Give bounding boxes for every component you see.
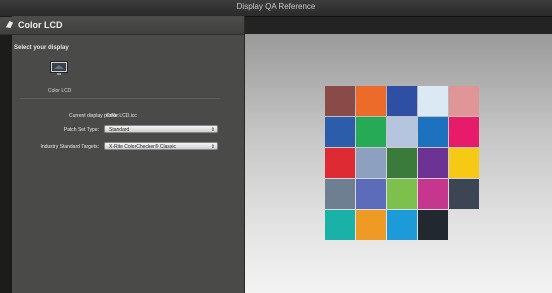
color-patch xyxy=(418,148,448,178)
app-window: Display QA Reference Color LCD Select yo… xyxy=(0,0,552,293)
color-patch xyxy=(325,210,355,240)
divider xyxy=(20,98,220,99)
patch-set-label: Patch Set Type: xyxy=(63,127,99,133)
select-display-label: Select your display xyxy=(14,45,69,51)
color-patch xyxy=(356,210,386,240)
window-title: Display QA Reference xyxy=(236,2,316,11)
current-profile-value: Color LCD.icc xyxy=(106,113,137,119)
display-device-icon xyxy=(5,20,14,29)
color-patch xyxy=(387,117,417,147)
industry-targets-select[interactable]: X-Rite ColorChecker® Classic ⇕ xyxy=(104,142,218,150)
color-patch xyxy=(418,86,448,116)
current-profile-label: Current display profile: xyxy=(68,113,119,119)
color-patch xyxy=(325,86,355,116)
color-patch xyxy=(387,86,417,116)
display-header: Color LCD xyxy=(0,17,244,35)
color-patch xyxy=(387,210,417,240)
color-patch xyxy=(449,117,479,147)
chevron-updown-icon: ⇕ xyxy=(210,127,215,133)
color-patch xyxy=(356,86,386,116)
color-patch xyxy=(356,148,386,178)
industry-targets-value: X-Rite ColorChecker® Classic xyxy=(109,144,177,150)
color-patch xyxy=(356,117,386,147)
color-patch xyxy=(449,86,479,116)
color-patch xyxy=(387,179,417,209)
patch-set-select[interactable]: Standard ⇕ xyxy=(104,125,218,133)
industry-targets-label: Industry Standard Targets: xyxy=(40,144,99,150)
color-patch xyxy=(418,117,448,147)
title-bar: Display QA Reference xyxy=(0,0,552,17)
color-patch xyxy=(356,179,386,209)
display-thumbnail-icon[interactable] xyxy=(50,61,68,76)
color-patch xyxy=(449,148,479,178)
color-checker-chart xyxy=(325,86,481,240)
patch-set-value: Standard xyxy=(109,127,130,133)
color-patch xyxy=(418,210,448,240)
chevron-updown-icon: ⇕ xyxy=(210,144,215,150)
left-gutter xyxy=(0,16,12,293)
color-patch xyxy=(325,117,355,147)
header-title: Color LCD xyxy=(18,20,63,30)
color-patch xyxy=(418,179,448,209)
settings-panel xyxy=(12,16,245,293)
color-patch xyxy=(325,148,355,178)
color-patch xyxy=(387,148,417,178)
color-patch xyxy=(449,179,479,209)
color-patch xyxy=(325,179,355,209)
display-name-label: Color LCD xyxy=(48,88,72,94)
